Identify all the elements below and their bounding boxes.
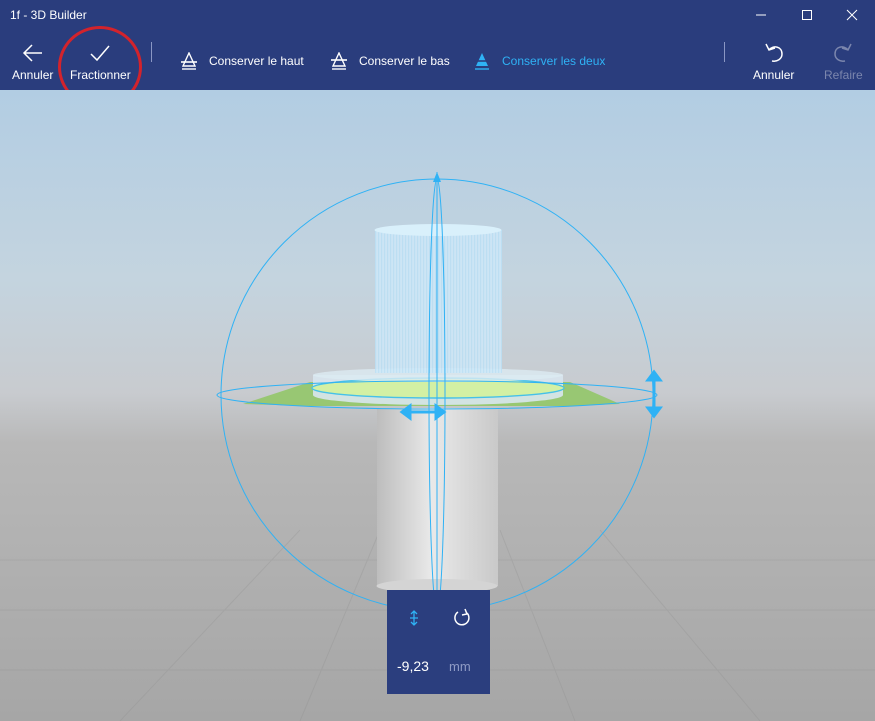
move-vertical-handle[interactable] bbox=[645, 369, 663, 419]
option-keep-top[interactable]: Conserver le haut bbox=[181, 52, 304, 70]
offset-value[interactable]: -9,23 bbox=[397, 658, 429, 674]
window-title: 1f - 3D Builder bbox=[10, 8, 87, 22]
keep-top-icon bbox=[181, 52, 197, 70]
toolbar-divider bbox=[724, 42, 725, 62]
close-icon bbox=[846, 9, 858, 21]
minimize-icon bbox=[756, 14, 766, 16]
offset-panel: -9,23 mm bbox=[387, 590, 490, 694]
option-keep-both[interactable]: Conserver les deux bbox=[474, 52, 605, 70]
keep-both-icon bbox=[474, 53, 490, 70]
keep-bottom-icon bbox=[331, 52, 347, 70]
undo-icon bbox=[765, 43, 783, 62]
maximize-icon bbox=[802, 10, 812, 20]
maximize-button[interactable] bbox=[784, 0, 830, 30]
back-label: Annuler bbox=[12, 68, 54, 82]
undo-button[interactable]: Annuler bbox=[753, 42, 794, 82]
redo-label: Refaire bbox=[824, 68, 863, 82]
option-keep-bottom[interactable]: Conserver le bas bbox=[331, 52, 450, 70]
option-keep-top-label: Conserver le haut bbox=[209, 54, 304, 68]
minimize-button[interactable] bbox=[738, 0, 784, 30]
offset-unit: mm bbox=[449, 659, 471, 674]
top-cylinder bbox=[374, 224, 502, 373]
rotate-mode-icon[interactable] bbox=[452, 608, 472, 628]
move-mode-icon[interactable] bbox=[406, 610, 422, 626]
flange-disc bbox=[311, 368, 565, 405]
back-arrow-icon bbox=[22, 44, 42, 62]
redo-icon bbox=[834, 43, 853, 62]
back-button[interactable]: Annuler bbox=[12, 42, 53, 82]
title-bar: 1f - 3D Builder bbox=[0, 0, 875, 30]
redo-button[interactable]: Refaire bbox=[824, 42, 863, 82]
close-button[interactable] bbox=[829, 0, 875, 30]
option-keep-both-label: Conserver les deux bbox=[502, 54, 606, 68]
toolbar-divider bbox=[151, 42, 152, 62]
option-keep-bottom-label: Conserver le bas bbox=[359, 54, 450, 68]
undo-label: Annuler bbox=[753, 68, 795, 82]
